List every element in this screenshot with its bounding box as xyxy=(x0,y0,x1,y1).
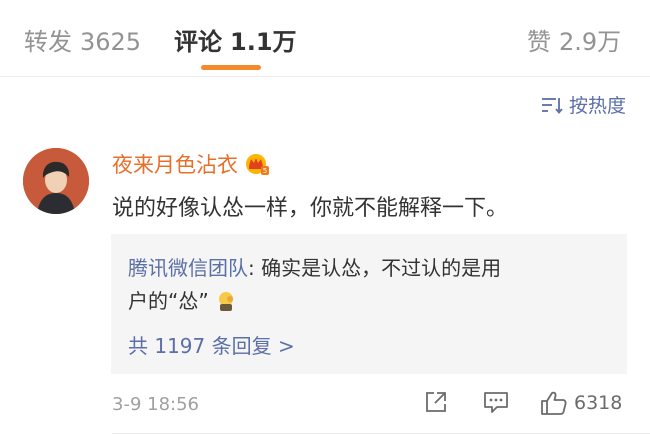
like-button[interactable]: 6318 xyxy=(540,390,622,416)
crown-vip-icon: 5 xyxy=(246,154,269,175)
reply-line-2: 户的“怂” xyxy=(128,285,237,314)
reply-line-1: 腾讯微信团队: 确实是认怂，不过认的是用 xyxy=(128,252,501,281)
reply-button[interactable] xyxy=(483,390,509,414)
facepalm-emoji-icon xyxy=(219,292,234,311)
avatar[interactable] xyxy=(23,148,89,214)
tab-comments-label: 评论 xyxy=(174,28,222,56)
tab-repost-count: 3625 xyxy=(80,28,142,56)
comment-icon xyxy=(484,392,508,413)
tab-repost-label: 转发 xyxy=(24,28,72,56)
svg-text:5: 5 xyxy=(263,167,267,175)
share-icon xyxy=(426,392,446,412)
tab-comments-count: 1.1万 xyxy=(230,28,297,56)
sort-label: 按热度 xyxy=(568,95,626,117)
tab-repost[interactable]: 转发 3625 xyxy=(24,22,141,57)
reply-text-part1: : 确实是认怂，不过认的是用 xyxy=(248,256,502,280)
tab-comments[interactable]: 评论 1.1万 xyxy=(174,22,297,57)
tab-likes-label: 赞 xyxy=(527,28,551,56)
more-replies-link[interactable]: 共 1197 条回复 > xyxy=(128,330,295,359)
share-button[interactable] xyxy=(424,390,448,414)
reply-author[interactable]: 腾讯微信团队 xyxy=(128,256,248,280)
sort-by-hot-button[interactable]: 按热度 xyxy=(541,91,626,118)
comment-username[interactable]: 夜来月色沾衣 5 xyxy=(112,149,270,179)
divider xyxy=(112,433,650,434)
thumbs-up-icon xyxy=(541,391,567,415)
comment-text: 说的好像认怂一样，你就不能解释一下。 xyxy=(112,196,509,221)
reply-text-part2: 户的“怂” xyxy=(128,289,209,313)
tab-likes[interactable]: 赞 2.9万 xyxy=(527,22,621,57)
sort-icon xyxy=(541,97,563,114)
comment-timestamp: 3-9 18:56 xyxy=(112,394,199,415)
reply-preview[interactable]: 腾讯微信团队: 确实是认怂，不过认的是用 户的“怂” 共 1197 条回复 > xyxy=(111,234,627,374)
tab-likes-count: 2.9万 xyxy=(559,28,622,56)
username-text: 夜来月色沾衣 xyxy=(112,153,238,177)
like-count: 6318 xyxy=(574,392,623,414)
comment-tabs: 转发 3625 评论 1.1万 赞 2.9万 xyxy=(0,0,650,77)
active-tab-indicator xyxy=(201,65,261,70)
